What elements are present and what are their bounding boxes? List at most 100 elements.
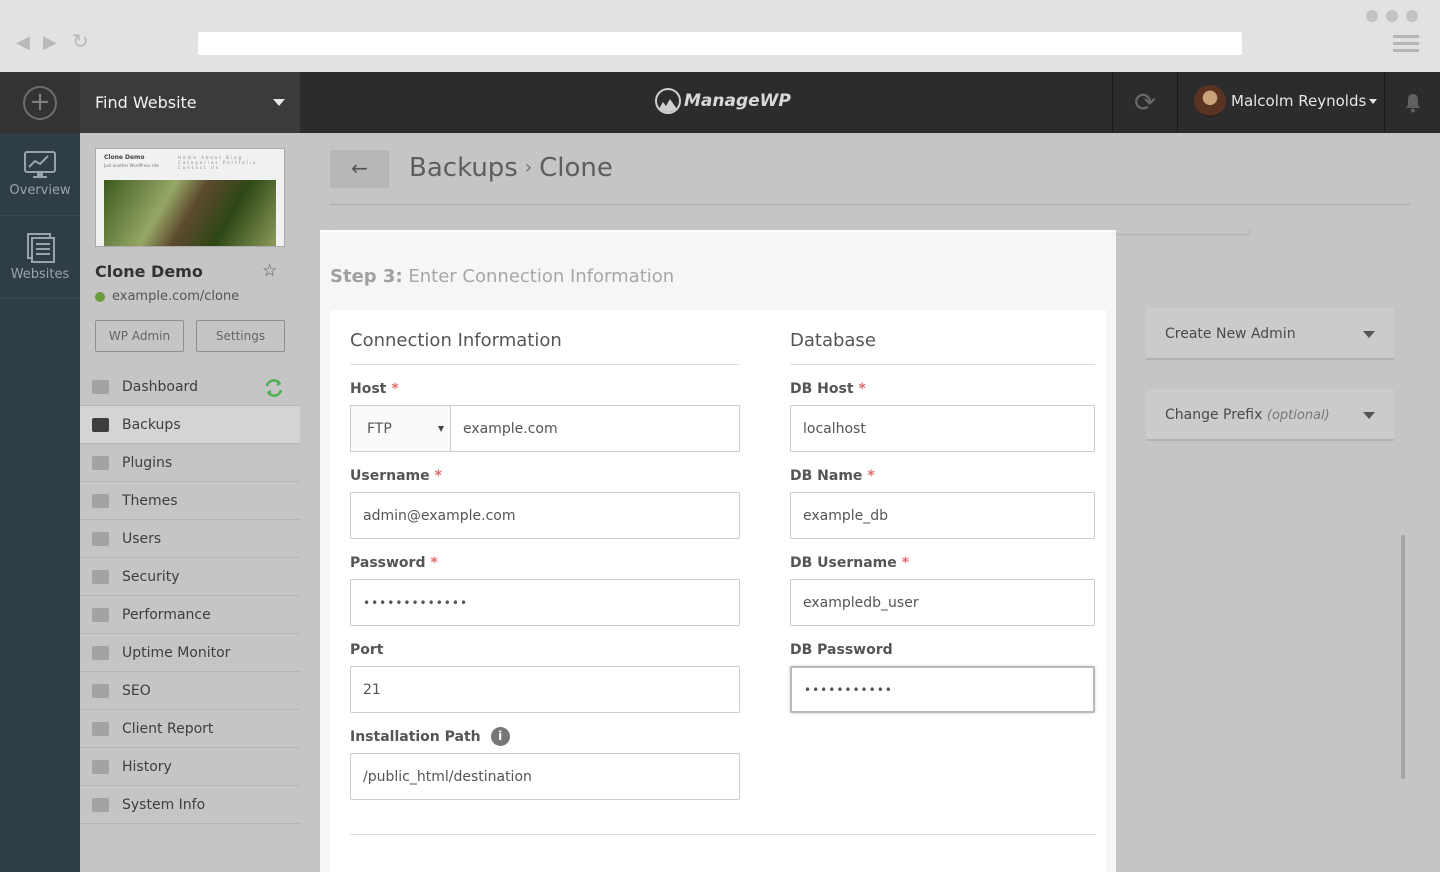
form-divider [350, 834, 1096, 835]
info-icon[interactable]: i [490, 727, 510, 746]
connection-form: Connection Information Host * FTP example… [330, 310, 1106, 872]
db-name-input[interactable]: example_db [790, 492, 1095, 539]
sidebar-item-performance[interactable]: Performance [80, 596, 300, 634]
db-username-input[interactable]: exampledb_user [790, 579, 1095, 626]
username-label: Username * [350, 466, 740, 485]
site-menu: Dashboard Backups Plugins Themes Users S… [80, 368, 300, 824]
rail-overview[interactable]: Overview [0, 133, 80, 216]
required-mark: * [434, 467, 442, 484]
wp-admin-button[interactable]: WP Admin [95, 320, 184, 352]
sidebar-item-client-report[interactable]: Client Report [80, 710, 300, 748]
brand-name: ManageWP [684, 91, 791, 111]
installation-path-label: Installation Path i [350, 727, 740, 746]
database-heading: Database [790, 310, 1095, 365]
protocol-select[interactable]: FTP [350, 405, 450, 452]
sidebar-item-label: Backups [122, 416, 181, 433]
sidebar-item-label: Plugins [122, 454, 173, 471]
forward-arrow-icon[interactable]: ▶ [43, 33, 57, 53]
star-icon[interactable]: ☆ [262, 261, 277, 281]
username-input[interactable]: admin@example.com [350, 492, 740, 539]
bell-icon [1405, 93, 1420, 112]
back-button[interactable]: ← [330, 150, 389, 188]
sidebar-item-dashboard[interactable]: Dashboard [80, 368, 300, 406]
breadcrumb-separator: › [524, 157, 533, 178]
site-url[interactable]: example.com/clone [95, 289, 239, 304]
rail-websites[interactable]: Websites [0, 216, 80, 299]
thumb-subtitle: Just another WordPress site [104, 163, 159, 168]
password-label-text: Password [350, 554, 426, 571]
sidebar-item-label: Client Report [122, 720, 214, 737]
thumb-nav: Home About Blog Categories Portfolio Con… [178, 155, 258, 170]
address-bar[interactable] [198, 32, 1242, 55]
sidebar-item-backups[interactable]: Backups [80, 406, 300, 444]
port-input[interactable]: 21 [350, 666, 740, 713]
sidebar-item-security[interactable]: Security [80, 558, 300, 596]
pages-icon [27, 232, 55, 263]
db-password-input[interactable]: ••••••••••• [790, 666, 1095, 713]
sync-status-icon[interactable] [264, 378, 284, 398]
chevron-down-icon [1363, 331, 1375, 338]
sidebar-item-label: Dashboard [122, 378, 198, 395]
plug-icon [92, 455, 109, 470]
breadcrumb-backups[interactable]: Backups [409, 153, 518, 183]
db-host-input[interactable]: localhost [790, 405, 1095, 452]
required-mark: * [391, 380, 399, 397]
sidebar-item-system-info[interactable]: System Info [80, 786, 300, 824]
globe-icon [95, 291, 105, 302]
user-menu[interactable]: Malcolm Reynolds [1194, 85, 1378, 117]
change-prefix-accordion[interactable]: Change Prefix (optional) [1146, 389, 1394, 441]
step-panel: Step 3: Enter Connection Information Con… [320, 230, 1116, 872]
add-website-button[interactable]: + [0, 72, 80, 133]
site-name: Clone Demo [95, 262, 203, 281]
find-website-label: Find Website [95, 93, 197, 112]
create-new-admin-accordion[interactable]: Create New Admin [1146, 308, 1394, 360]
sidebar-item-themes[interactable]: Themes [80, 482, 300, 520]
sidebar-item-label: Users [122, 530, 162, 547]
user-name: Malcolm Reynolds [1231, 92, 1367, 110]
report-icon [92, 721, 109, 736]
change-prefix-label: Change Prefix (optional) [1165, 407, 1330, 423]
connection-heading: Connection Information [350, 310, 740, 365]
user-icon [92, 531, 109, 546]
reload-icon[interactable]: ↻ [72, 31, 89, 51]
hamburger-icon[interactable] [1393, 35, 1419, 56]
backup-icon [92, 417, 109, 432]
monitor-icon [92, 379, 109, 394]
up-arrow-icon [92, 645, 109, 660]
sidebar-item-users[interactable]: Users [80, 520, 300, 558]
sidebar-item-label: Themes [122, 492, 178, 509]
window-dot-icon [1366, 10, 1378, 22]
notifications-button[interactable] [1384, 72, 1440, 133]
port-label: Port [350, 641, 384, 658]
host-label: Host * [350, 379, 740, 398]
managewp-logo[interactable]: ManageWP [655, 88, 791, 114]
sidebar-item-label: SEO [122, 682, 151, 699]
db-host-label: DB Host * [790, 379, 1095, 398]
installation-path-label-text: Installation Path [350, 728, 481, 745]
chart-monitor-icon [24, 150, 56, 178]
db-name-label: DB Name * [790, 466, 1095, 485]
installation-path-input[interactable]: /public_html/destination [350, 753, 740, 800]
sync-button[interactable]: ⟳ [1112, 72, 1178, 133]
site-thumbnail[interactable]: Clone Demo Just another WordPress site H… [95, 148, 285, 247]
rail-websites-label: Websites [10, 266, 70, 282]
avatar [1194, 85, 1226, 117]
back-arrow-icon[interactable]: ◀ [16, 33, 30, 53]
sidebar-item-seo[interactable]: SEO [80, 672, 300, 710]
sidebar-item-label: Uptime Monitor [122, 644, 231, 661]
shield-icon [92, 569, 109, 584]
sidebar-item-uptime-monitor[interactable]: Uptime Monitor [80, 634, 300, 672]
find-website-dropdown[interactable]: Find Website [80, 72, 300, 133]
sidebar-item-plugins[interactable]: Plugins [80, 444, 300, 482]
sidebar-item-history[interactable]: History [80, 748, 300, 786]
host-input[interactable]: example.com [450, 405, 740, 452]
password-input[interactable]: ••••••••••••• [350, 579, 740, 626]
window-dot-icon [1406, 10, 1418, 22]
settings-button[interactable]: Settings [196, 320, 285, 352]
sidebar-item-label: History [122, 758, 172, 775]
db-username-label: DB Username * [790, 553, 1095, 572]
scrollbar[interactable] [1401, 535, 1405, 779]
divider [330, 204, 1410, 205]
connection-column: Connection Information Host * FTP example… [350, 310, 740, 800]
required-mark: * [901, 554, 910, 571]
